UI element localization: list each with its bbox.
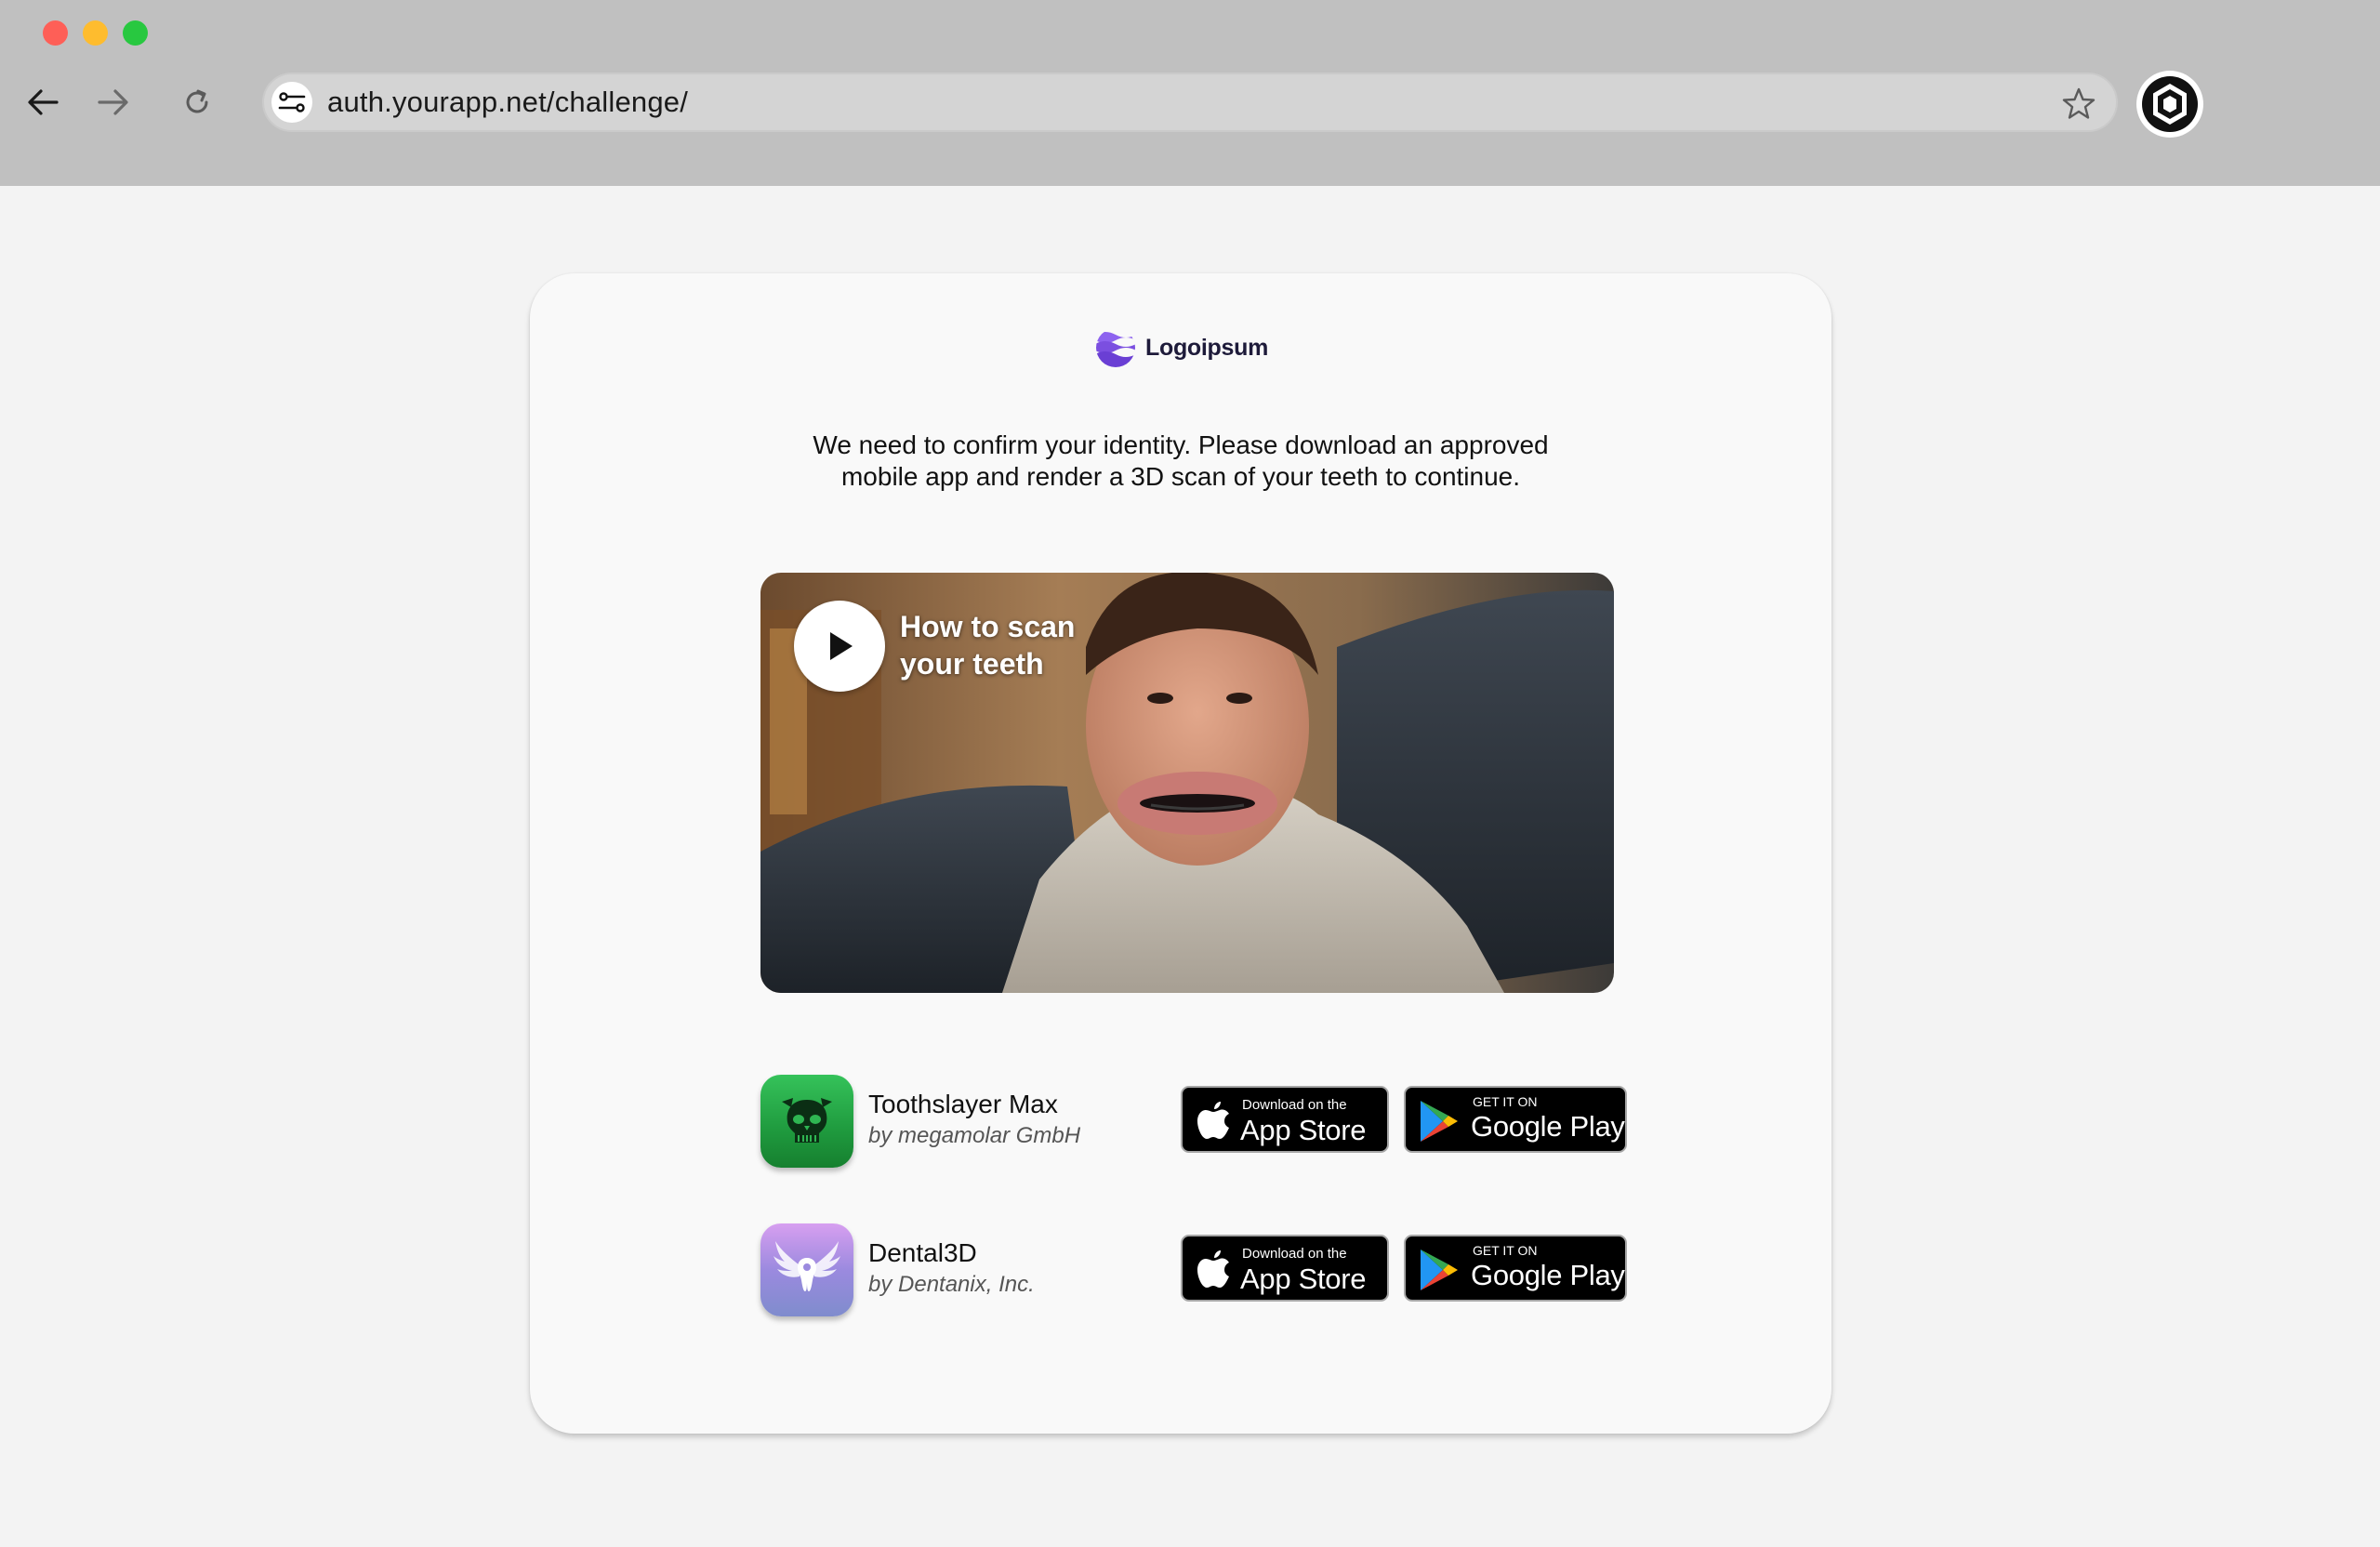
challenge-card: Logoipsum We need to confirm your identi… xyxy=(530,273,1831,1434)
app-name: Toothslayer Max xyxy=(868,1090,1058,1118)
google-play-badge[interactable]: GET IT ON Google Play xyxy=(1404,1086,1627,1153)
badge-big-text: Google Play xyxy=(1471,1110,1625,1143)
identity-message: We need to confirm your identity. Please… xyxy=(679,430,1683,493)
extension-button[interactable] xyxy=(2136,71,2203,138)
zoom-window-button[interactable] xyxy=(123,20,148,46)
bookmark-star-icon[interactable] xyxy=(2060,86,2097,123)
apple-icon xyxy=(1197,1102,1229,1139)
google-play-badge[interactable]: GET IT ON Google Play xyxy=(1404,1235,1627,1302)
browser-chrome: auth.yourapp.net/challenge/ xyxy=(0,0,2380,186)
forward-button[interactable] xyxy=(91,80,136,125)
arrow-left-icon xyxy=(28,89,59,115)
brand-name: Logoipsum xyxy=(1145,334,1269,361)
close-window-button[interactable] xyxy=(43,20,68,46)
app-store-badge[interactable]: Download on the App Store xyxy=(1181,1086,1389,1153)
google-play-icon xyxy=(1421,1250,1458,1290)
play-icon xyxy=(830,632,853,660)
app-name: Dental3D xyxy=(868,1238,977,1267)
badge-small-text: GET IT ON xyxy=(1473,1243,1538,1258)
brand-logo: Logoipsum xyxy=(1095,327,1268,368)
address-bar[interactable]: auth.yourapp.net/challenge/ xyxy=(262,73,2118,132)
app-row-dental3d: Dental3D by Dentanix, Inc. Download on t… xyxy=(760,1223,1627,1318)
toothslayer-app-icon[interactable] xyxy=(760,1075,853,1168)
window-controls xyxy=(43,20,148,46)
badge-big-text: Google Play xyxy=(1471,1259,1625,1291)
winged-tooth-icon xyxy=(774,1241,840,1291)
reload-button[interactable] xyxy=(175,80,219,125)
app-store-badge[interactable]: Download on the App Store xyxy=(1181,1235,1389,1302)
app-row-toothslayer: Toothslayer Max by megamolar GmbH Downlo… xyxy=(760,1075,1627,1170)
waves-logo-icon xyxy=(1096,328,1135,367)
dental3d-app-icon[interactable] xyxy=(760,1223,853,1316)
app-developer: by Dentanix, Inc. xyxy=(868,1272,1035,1297)
site-settings-icon[interactable] xyxy=(271,82,312,123)
video-thumbnail xyxy=(760,573,1614,993)
app-developer: by megamolar GmbH xyxy=(868,1123,1081,1148)
hexagon-shield-icon xyxy=(2142,76,2198,132)
arrow-right-icon xyxy=(98,89,128,115)
skull-icon xyxy=(782,1098,832,1143)
tutorial-video[interactable]: How to scan your teeth xyxy=(760,573,1614,993)
back-button[interactable] xyxy=(20,80,65,125)
reload-icon xyxy=(186,89,208,113)
badge-small-text: Download on the xyxy=(1242,1097,1347,1113)
badge-small-text: GET IT ON xyxy=(1473,1094,1538,1109)
minimize-window-button[interactable] xyxy=(83,20,108,46)
message-line-1: We need to confirm your identity. Please… xyxy=(813,430,1549,459)
video-title-line-2: your teeth xyxy=(900,647,1044,681)
message-line-2: mobile app and render a 3D scan of your … xyxy=(840,462,1521,491)
url-text[interactable]: auth.yourapp.net/challenge/ xyxy=(327,86,688,119)
apple-icon xyxy=(1197,1250,1229,1288)
badge-big-text: App Store xyxy=(1240,1114,1367,1146)
badge-big-text: App Store xyxy=(1240,1263,1367,1295)
play-button[interactable] xyxy=(794,601,885,692)
video-title-line-1: How to scan xyxy=(900,610,1076,643)
badge-small-text: Download on the xyxy=(1242,1246,1347,1262)
video-title: How to scan your teeth xyxy=(900,608,1104,682)
google-play-icon xyxy=(1421,1101,1458,1142)
